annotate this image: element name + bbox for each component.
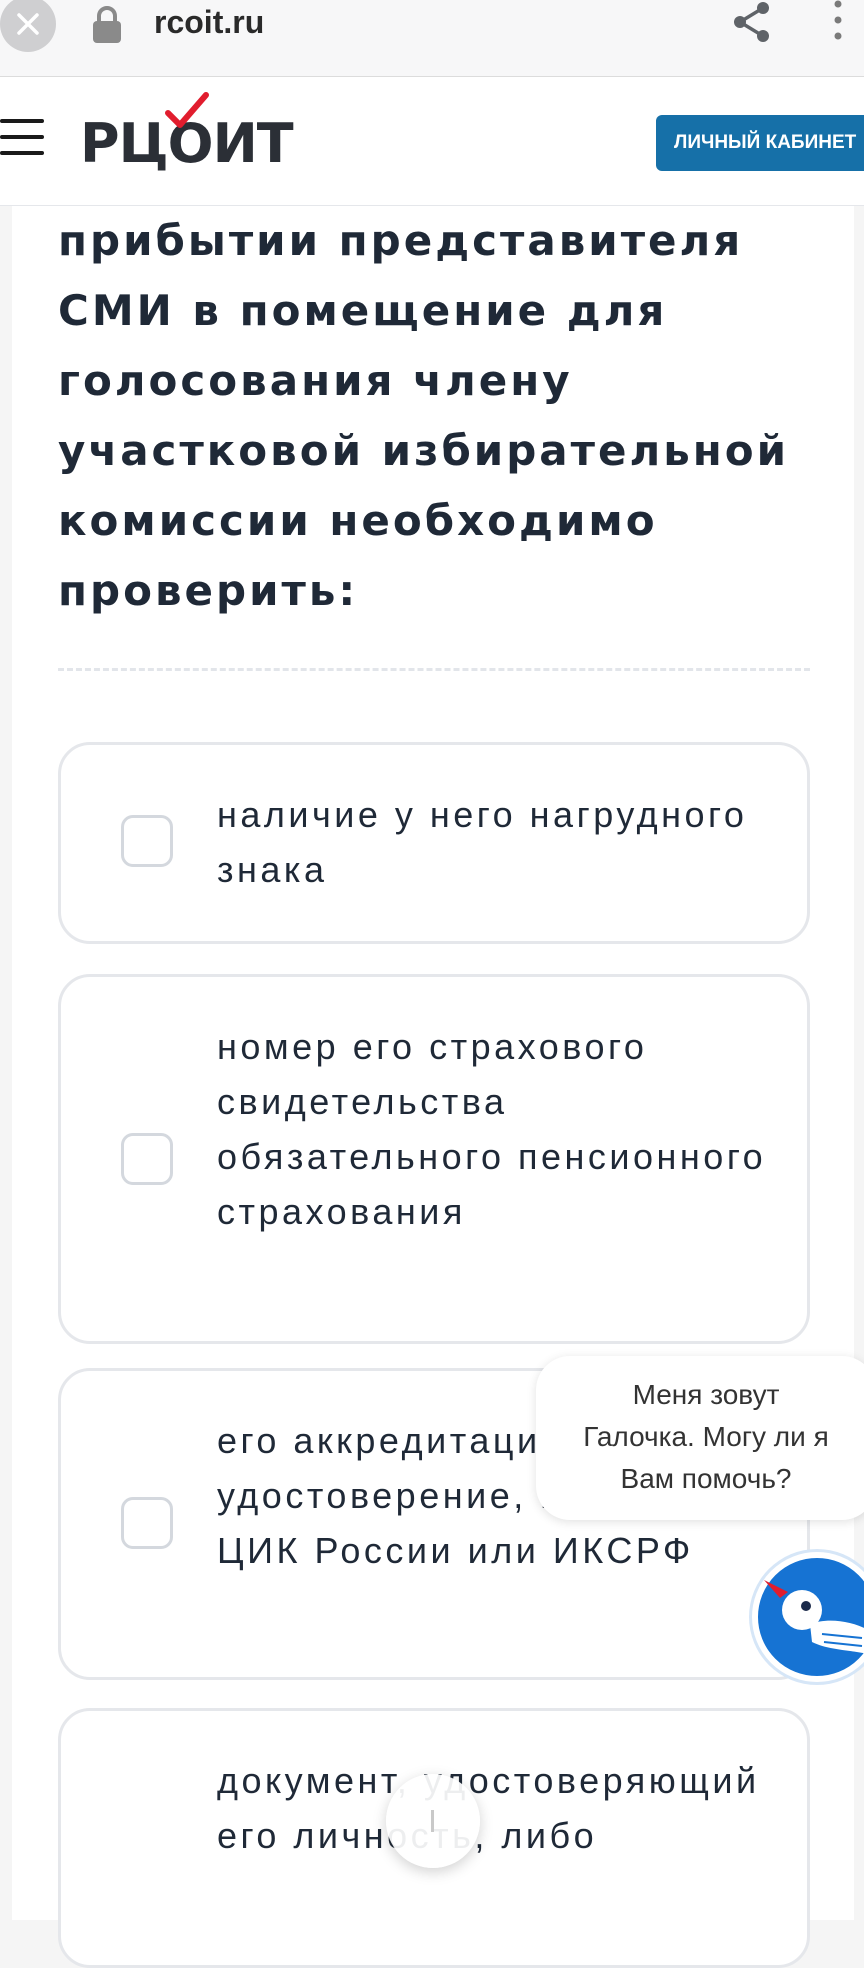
site-logo[interactable]: РЦОИТ	[80, 92, 294, 171]
answer-text: номер его страхового свидетельства обяза…	[217, 1026, 767, 1232]
checkbox[interactable]	[121, 1497, 173, 1549]
chat-line: Меня зовут	[632, 1379, 780, 1410]
lock-icon	[93, 6, 121, 43]
chat-greeting-bubble[interactable]: Меня зовут Галочка. Могу ли я Вам помочь…	[536, 1356, 864, 1520]
answer-text: наличие у него нагрудного знака	[217, 794, 748, 890]
answer-text: документ, удостоверяющий его личность, л…	[217, 1760, 760, 1856]
close-tab-button[interactable]	[0, 0, 56, 52]
fast-scroll-handle[interactable]	[386, 1774, 480, 1868]
chat-line: Вам помочь?	[620, 1463, 792, 1494]
browser-address-bar: rcoit.ru	[0, 0, 864, 77]
hamburger-icon[interactable]	[0, 119, 44, 155]
share-icon[interactable]	[730, 0, 774, 44]
answer-option-2[interactable]: номер его страхового свидетельства обяза…	[58, 974, 810, 1344]
question-text: прибытии представителя СМИ в помещение д…	[58, 216, 790, 615]
site-header: РЦОИТ ЛИЧНЫЙ КАБИНЕТ	[0, 77, 864, 206]
chat-line: Галочка. Могу ли я	[583, 1421, 829, 1452]
checkbox[interactable]	[121, 815, 173, 867]
answer-option-1[interactable]: наличие у него нагрудного знака	[58, 742, 810, 944]
bird-mascot-icon	[764, 1580, 864, 1654]
personal-account-button[interactable]: ЛИЧНЫЙ КАБИНЕТ	[656, 115, 864, 171]
more-vert-icon[interactable]	[826, 0, 850, 44]
chat-assistant-button[interactable]	[752, 1552, 864, 1682]
checkbox[interactable]	[121, 1133, 173, 1185]
logo-checkmark-icon	[165, 92, 209, 128]
close-icon	[17, 13, 39, 35]
url-text[interactable]: rcoit.ru	[154, 0, 264, 44]
quiz-card: прибытии представителя СМИ в помещение д…	[12, 206, 854, 1968]
divider	[58, 668, 810, 671]
